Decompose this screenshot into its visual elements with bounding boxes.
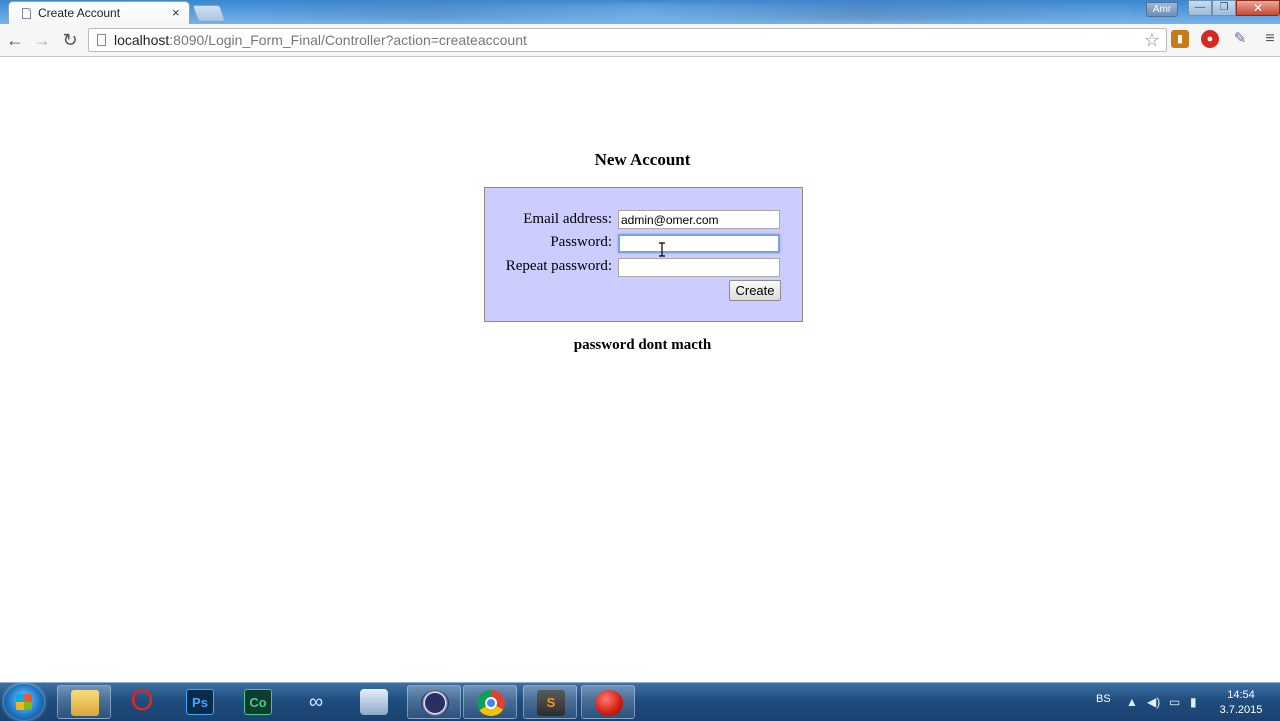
adblock-icon[interactable]: ● <box>1201 30 1219 48</box>
text-cursor-icon <box>659 242 665 257</box>
email-field[interactable] <box>618 210 780 229</box>
minimize-button[interactable]: — <box>1188 0 1212 16</box>
user-profile-badge[interactable]: Amr <box>1146 2 1178 17</box>
blurred-tab-area <box>250 3 1130 21</box>
address-bar[interactable]: localhost:8090/Login_Form_Final/Controll… <box>88 28 1167 52</box>
new-tab-button[interactable] <box>191 5 227 22</box>
forward-arrow-icon[interactable]: → <box>31 29 53 51</box>
folder-icon <box>71 690 99 716</box>
reload-icon[interactable]: ↻ <box>59 29 81 51</box>
password-label: Password: <box>550 234 612 250</box>
browser-toolbar: ← → ↻ localhost:8090/Login_Form_Final/Co… <box>0 24 1280 57</box>
windows-taskbar: O Ps Co ∞ S BS ▲ ◀) ▭ ▮ 14:54 3.7.2015 <box>0 682 1280 721</box>
taskbar-chrome[interactable] <box>463 685 517 719</box>
password-field[interactable] <box>618 234 780 253</box>
action-center-icon[interactable]: ▭ <box>1169 695 1180 709</box>
email-label: Email address: <box>523 211 612 227</box>
taskbar-visual-studio[interactable]: ∞ <box>289 685 343 719</box>
tab-close-icon[interactable]: × <box>172 5 180 21</box>
visual-studio-icon: ∞ <box>308 691 324 713</box>
system-clock[interactable]: 14:54 3.7.2015 <box>1216 688 1266 718</box>
taskbar-photoshop[interactable]: Ps <box>173 685 227 719</box>
windows-logo-icon <box>16 694 32 710</box>
maximize-button[interactable]: ❐ <box>1212 0 1236 16</box>
taskbar-virtualbox[interactable] <box>347 685 401 719</box>
taskbar-opera[interactable]: O <box>115 685 169 719</box>
browser-tab-strip: Create Account × Amr — ❐ ✕ <box>0 0 1280 24</box>
create-account-form: Email address: Password: Repeat password… <box>484 187 803 322</box>
volume-icon[interactable]: ◀) <box>1147 695 1160 709</box>
clock-time: 14:54 <box>1227 689 1255 701</box>
bookmark-extension-icon[interactable]: ▮ <box>1171 30 1189 48</box>
page-icon <box>97 34 106 46</box>
chrome-icon <box>477 690 505 716</box>
url-text[interactable]: localhost:8090/Login_Form_Final/Controll… <box>114 32 527 48</box>
taskbar-code[interactable]: Co <box>231 685 285 719</box>
error-message: password dont macth <box>573 337 712 353</box>
photoshop-icon: Ps <box>186 689 214 715</box>
create-button[interactable]: Create <box>729 280 781 301</box>
sublime-icon: S <box>537 690 565 716</box>
cube-icon <box>360 689 388 715</box>
code-app-icon: Co <box>244 689 272 715</box>
bookmark-star-icon[interactable]: ☆ <box>1144 29 1160 51</box>
start-button[interactable] <box>4 684 44 720</box>
url-host: localhost <box>114 32 170 48</box>
taskbar-sublime[interactable]: S <box>523 685 577 719</box>
show-hidden-icons-icon[interactable]: ▲ <box>1126 695 1138 709</box>
opera-icon: O <box>130 684 154 717</box>
close-window-button[interactable]: ✕ <box>1236 0 1280 16</box>
tab-title: Create Account <box>38 6 121 20</box>
menu-icon[interactable]: ≡ <box>1261 30 1279 48</box>
taskbar-recorder[interactable] <box>581 685 635 719</box>
record-icon <box>595 690 623 716</box>
tab-create-account[interactable]: Create Account × <box>8 1 190 24</box>
taskbar-explorer[interactable] <box>57 685 111 719</box>
repeat-password-label: Repeat password: <box>505 258 612 274</box>
language-indicator[interactable]: BS <box>1096 693 1111 705</box>
repeat-password-field[interactable] <box>618 258 780 277</box>
url-path: :8090/Login_Form_Final/Controller?action… <box>169 32 527 48</box>
network-icon[interactable]: ▮ <box>1190 695 1197 709</box>
back-arrow-icon[interactable]: ← <box>4 29 26 51</box>
eyedropper-icon[interactable]: ✎ <box>1231 30 1249 48</box>
eclipse-icon <box>421 690 449 716</box>
page-icon <box>22 8 31 19</box>
clock-date: 3.7.2015 <box>1219 704 1263 716</box>
taskbar-eclipse[interactable] <box>407 685 461 719</box>
page-title: New Account <box>594 150 691 169</box>
